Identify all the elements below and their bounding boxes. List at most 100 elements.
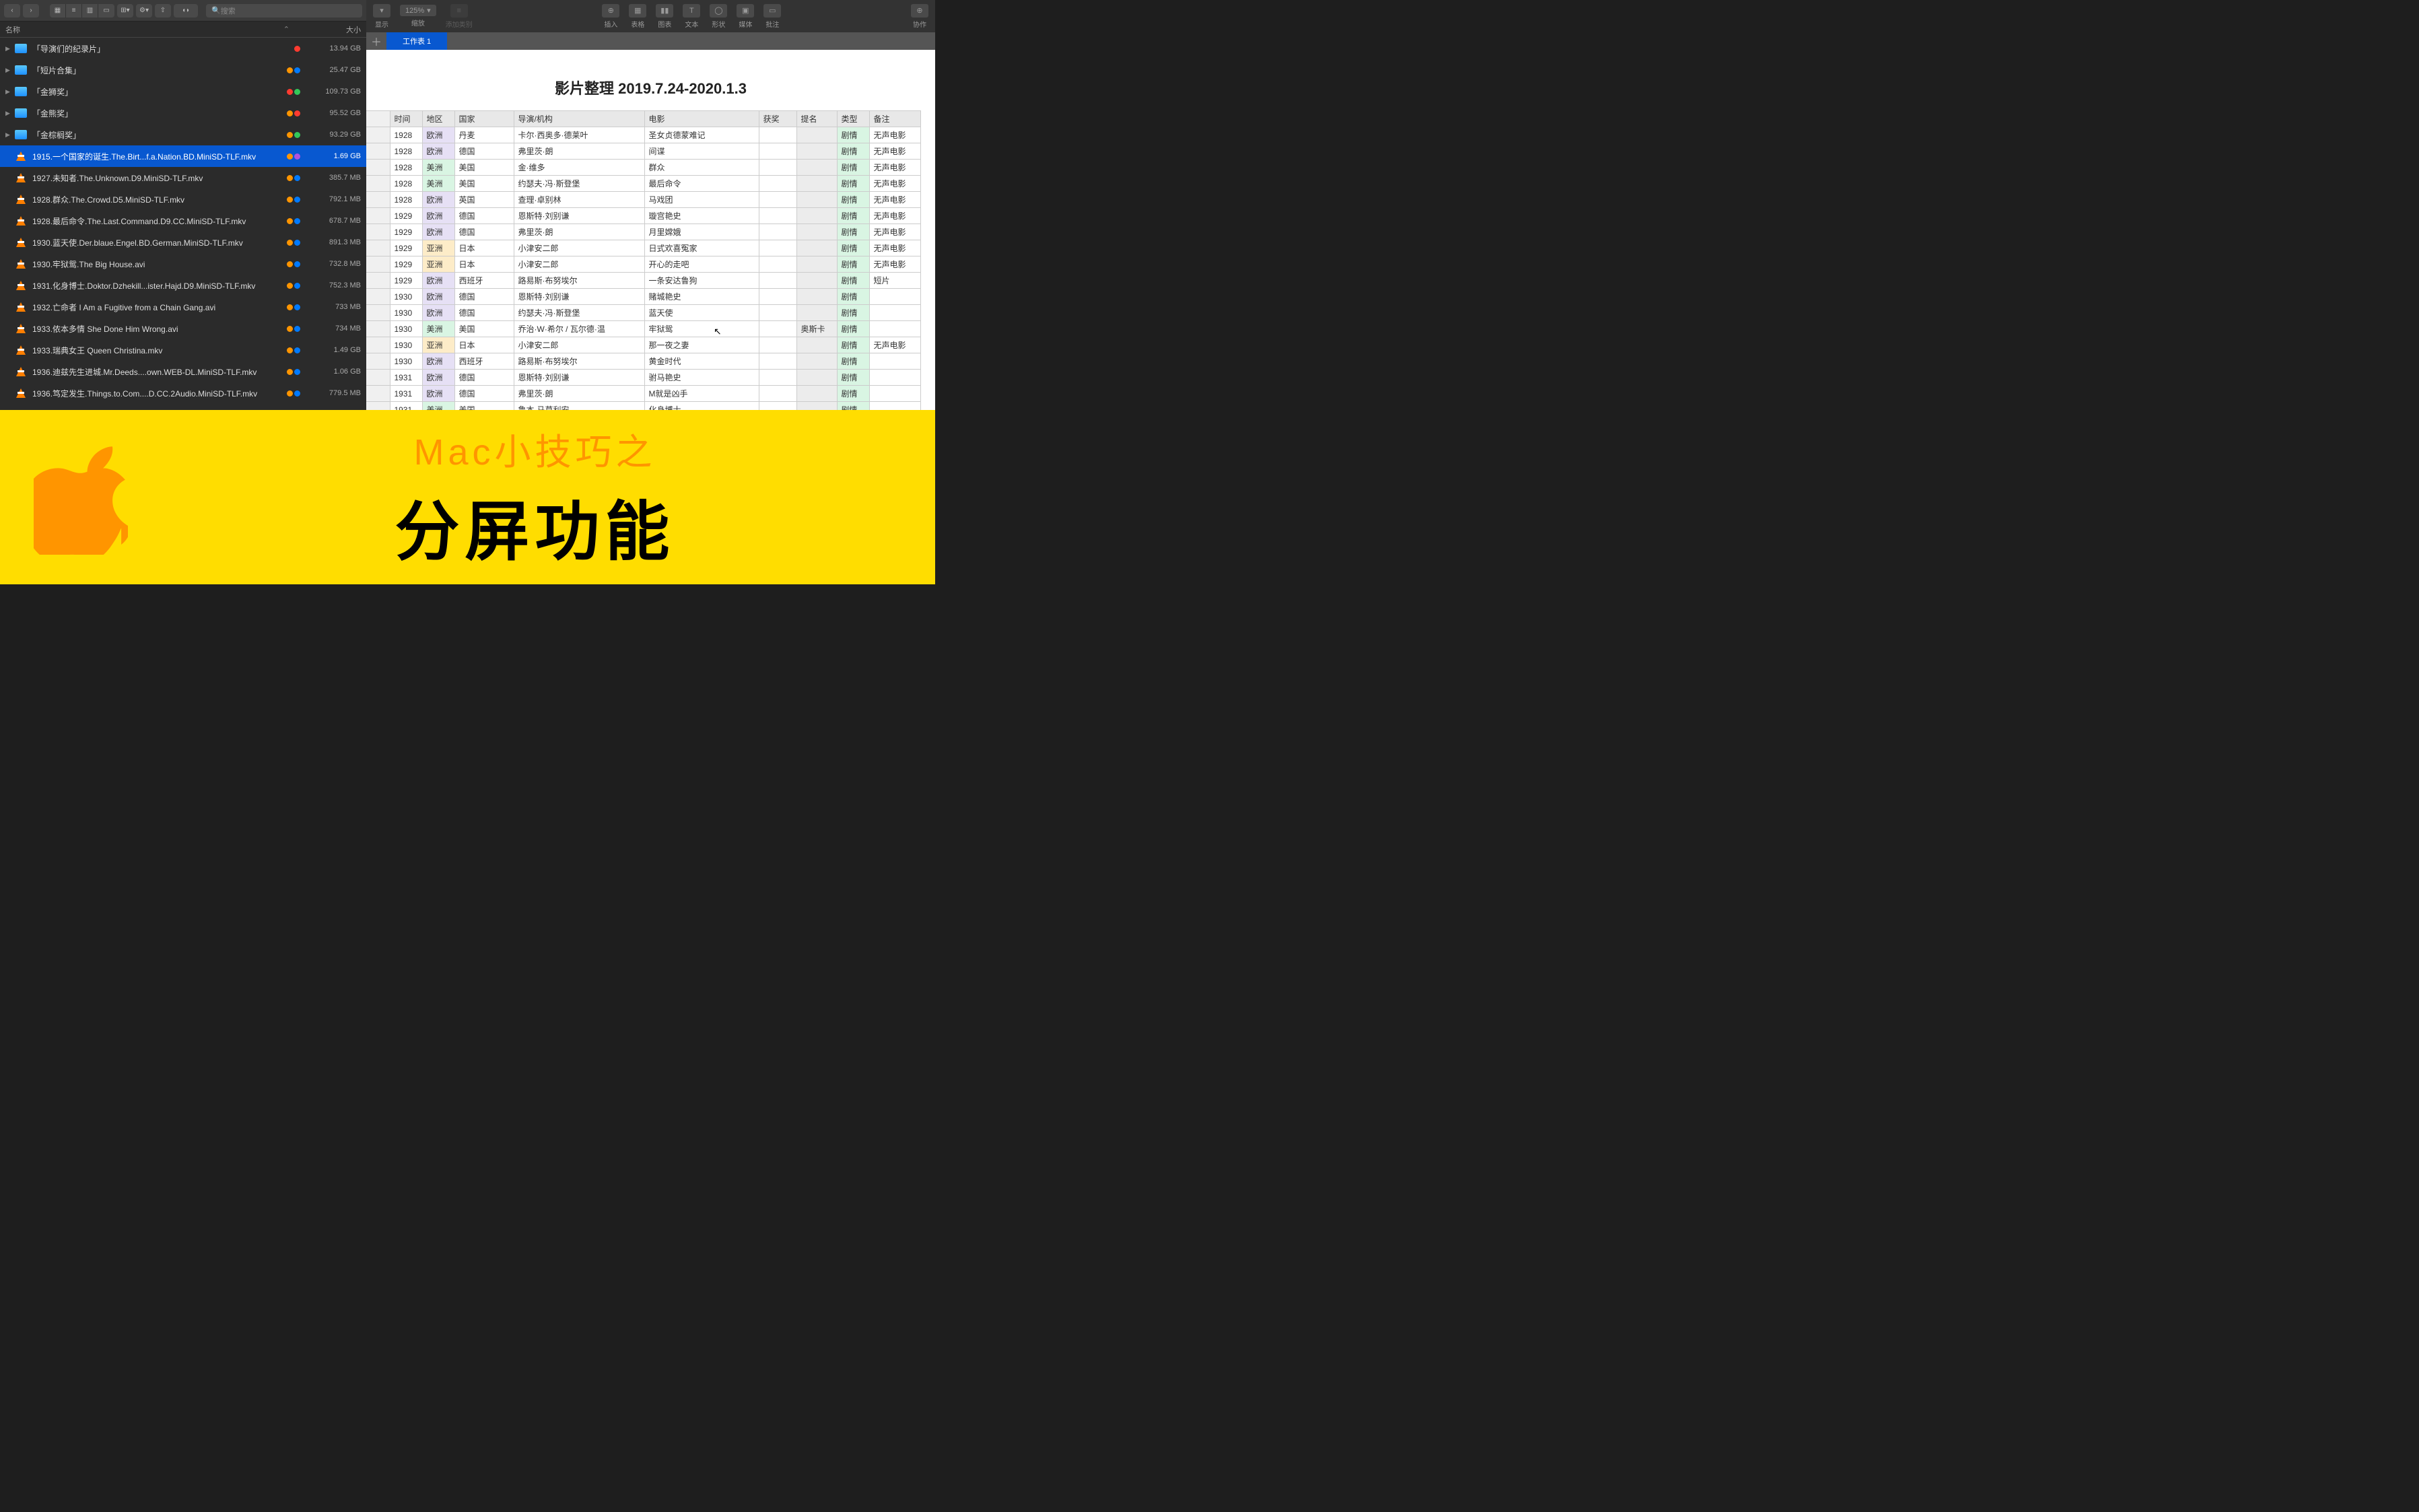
zoom-control[interactable]: 125%▾缩放 bbox=[400, 5, 436, 28]
table-row[interactable]: 1931美洲美国鲁本·马莫利安化身博士剧情 bbox=[366, 402, 920, 411]
cell[interactable] bbox=[759, 386, 796, 402]
file-row[interactable]: 1930.蓝天使.Der.blaue.Engel.BD.German.MiniS… bbox=[0, 232, 366, 253]
cell[interactable]: 1930 bbox=[390, 305, 422, 321]
cell[interactable]: 牢狱鸳 bbox=[644, 321, 759, 337]
cell[interactable] bbox=[796, 370, 837, 386]
cell[interactable]: 驸马艳史 bbox=[644, 370, 759, 386]
cell[interactable]: 德国 bbox=[454, 370, 514, 386]
cell[interactable]: 剧情 bbox=[837, 224, 869, 240]
cell[interactable]: 丹麦 bbox=[454, 127, 514, 143]
cell[interactable] bbox=[796, 289, 837, 305]
table-row[interactable]: 1931欧洲德国弗里茨·朗M就是凶手剧情 bbox=[366, 386, 920, 402]
cell[interactable]: 一条安达鲁狗 bbox=[644, 273, 759, 289]
cell[interactable]: 欧洲 bbox=[422, 224, 454, 240]
cell[interactable]: 美洲 bbox=[422, 176, 454, 192]
cell[interactable]: 剧情 bbox=[837, 176, 869, 192]
cell[interactable]: 圣女贞德蒙难记 bbox=[644, 127, 759, 143]
cell[interactable]: 1928 bbox=[390, 127, 422, 143]
cell[interactable]: 德国 bbox=[454, 386, 514, 402]
cell[interactable] bbox=[796, 353, 837, 370]
cell[interactable] bbox=[759, 192, 796, 208]
cell[interactable] bbox=[796, 143, 837, 160]
forward-button[interactable]: › bbox=[23, 4, 39, 18]
cell[interactable]: 弗里茨·朗 bbox=[514, 143, 644, 160]
cell[interactable]: 美国 bbox=[454, 160, 514, 176]
cell[interactable] bbox=[759, 224, 796, 240]
cell[interactable]: 1928 bbox=[390, 176, 422, 192]
file-row[interactable]: 1930.牢狱鸳.The Big House.avi732.8 MB bbox=[0, 253, 366, 275]
table-row[interactable]: 1929欧洲西班牙路易斯·布努埃尔一条安达鲁狗剧情短片 bbox=[366, 273, 920, 289]
cell[interactable]: 德国 bbox=[454, 305, 514, 321]
cell[interactable]: 亚洲 bbox=[422, 337, 454, 353]
cell[interactable] bbox=[869, 305, 920, 321]
comment-button[interactable]: ▭批注 bbox=[763, 4, 781, 29]
table-row[interactable]: 1930欧洲西班牙路易斯·布努埃尔黄金时代剧情 bbox=[366, 353, 920, 370]
view-button[interactable]: ▾显示 bbox=[373, 4, 390, 29]
cell[interactable]: 无声电影 bbox=[869, 224, 920, 240]
cell[interactable]: 恩斯特·刘别谦 bbox=[514, 208, 644, 224]
insert-button[interactable]: ⊕插入 bbox=[602, 4, 619, 29]
cell[interactable]: 欧洲 bbox=[422, 127, 454, 143]
text-button[interactable]: T文本 bbox=[683, 4, 700, 29]
cell[interactable] bbox=[869, 321, 920, 337]
group-button[interactable]: ⊞▾ bbox=[117, 4, 133, 18]
cell[interactable]: 间谍 bbox=[644, 143, 759, 160]
table-row[interactable]: 1928欧洲丹麦卡尔·西奥多·德莱叶圣女贞德蒙难记 剧情无声电影 bbox=[366, 127, 920, 143]
file-row[interactable]: 1933.瑞典女王 Queen Christina.mkv1.49 GB bbox=[0, 339, 366, 361]
cell[interactable] bbox=[759, 321, 796, 337]
sort-indicator-icon[interactable]: ⌃ bbox=[283, 25, 289, 34]
column-view-button[interactable]: ▥ bbox=[82, 4, 98, 18]
cell[interactable] bbox=[796, 256, 837, 273]
cell[interactable]: 卡尔·西奥多·德莱叶 bbox=[514, 127, 644, 143]
cell[interactable] bbox=[869, 289, 920, 305]
cell[interactable]: 1930 bbox=[390, 321, 422, 337]
cell[interactable]: 1929 bbox=[390, 208, 422, 224]
cell[interactable] bbox=[796, 240, 837, 256]
header-size[interactable]: 大小 bbox=[300, 24, 361, 35]
cell[interactable]: 剧情 bbox=[837, 273, 869, 289]
tags-button[interactable]: ◖◗ bbox=[174, 4, 198, 18]
column-header[interactable]: 电影 bbox=[644, 111, 759, 127]
column-header[interactable]: 地区 bbox=[422, 111, 454, 127]
cell[interactable] bbox=[759, 370, 796, 386]
cell[interactable]: 欧洲 bbox=[422, 305, 454, 321]
chart-button[interactable]: ▮▮图表 bbox=[656, 4, 673, 29]
cell[interactable]: 剧情 bbox=[837, 289, 869, 305]
cell[interactable]: 剧情 bbox=[837, 127, 869, 143]
cell[interactable] bbox=[759, 176, 796, 192]
cell[interactable]: 1929 bbox=[390, 273, 422, 289]
cell[interactable]: 剧情 bbox=[837, 208, 869, 224]
cell[interactable]: 无声电影 bbox=[869, 256, 920, 273]
cell[interactable]: 欧洲 bbox=[422, 192, 454, 208]
cell[interactable]: 无声电影 bbox=[869, 127, 920, 143]
cell[interactable] bbox=[869, 402, 920, 411]
table-row[interactable]: 1928美洲美国金·维多群众剧情无声电影 bbox=[366, 160, 920, 176]
table-row[interactable]: 1929欧洲德国恩斯特·刘别谦璇宫艳史剧情无声电影 bbox=[366, 208, 920, 224]
cell[interactable]: 1931 bbox=[390, 370, 422, 386]
file-row[interactable]: ▶「导演们的纪录片」13.94 GB bbox=[0, 38, 366, 59]
file-row[interactable]: ▶「金熊奖」95.52 GB bbox=[0, 102, 366, 124]
cell[interactable]: 欧洲 bbox=[422, 370, 454, 386]
cell[interactable]: 美国 bbox=[454, 402, 514, 411]
cell[interactable] bbox=[759, 127, 796, 143]
cell[interactable]: 黄金时代 bbox=[644, 353, 759, 370]
cell[interactable]: 蓝天使 bbox=[644, 305, 759, 321]
cell[interactable] bbox=[796, 192, 837, 208]
file-row[interactable]: 1932.亡命者 I Am a Fugitive from a Chain Ga… bbox=[0, 296, 366, 318]
cell[interactable]: 德国 bbox=[454, 208, 514, 224]
cell[interactable]: 西班牙 bbox=[454, 273, 514, 289]
cell[interactable]: 剧情 bbox=[837, 305, 869, 321]
cell[interactable] bbox=[759, 240, 796, 256]
cell[interactable] bbox=[759, 289, 796, 305]
file-row[interactable]: 1927.未知者.The.Unknown.D9.MiniSD-TLF.mkv38… bbox=[0, 167, 366, 188]
column-header[interactable]: 导演/机构 bbox=[514, 111, 644, 127]
cell[interactable]: 美洲 bbox=[422, 321, 454, 337]
cell[interactable]: 剧情 bbox=[837, 256, 869, 273]
table-row[interactable]: 1931欧洲德国恩斯特·刘别谦驸马艳史剧情 bbox=[366, 370, 920, 386]
cell[interactable]: 美国 bbox=[454, 321, 514, 337]
sheet-canvas[interactable]: 影片整理 2019.7.24-2020.1.3 时间地区国家导演/机构电影获奖提… bbox=[366, 50, 935, 410]
cell[interactable]: 德国 bbox=[454, 289, 514, 305]
cell[interactable]: 1931 bbox=[390, 386, 422, 402]
cell[interactable] bbox=[796, 160, 837, 176]
cell[interactable]: 美国 bbox=[454, 176, 514, 192]
